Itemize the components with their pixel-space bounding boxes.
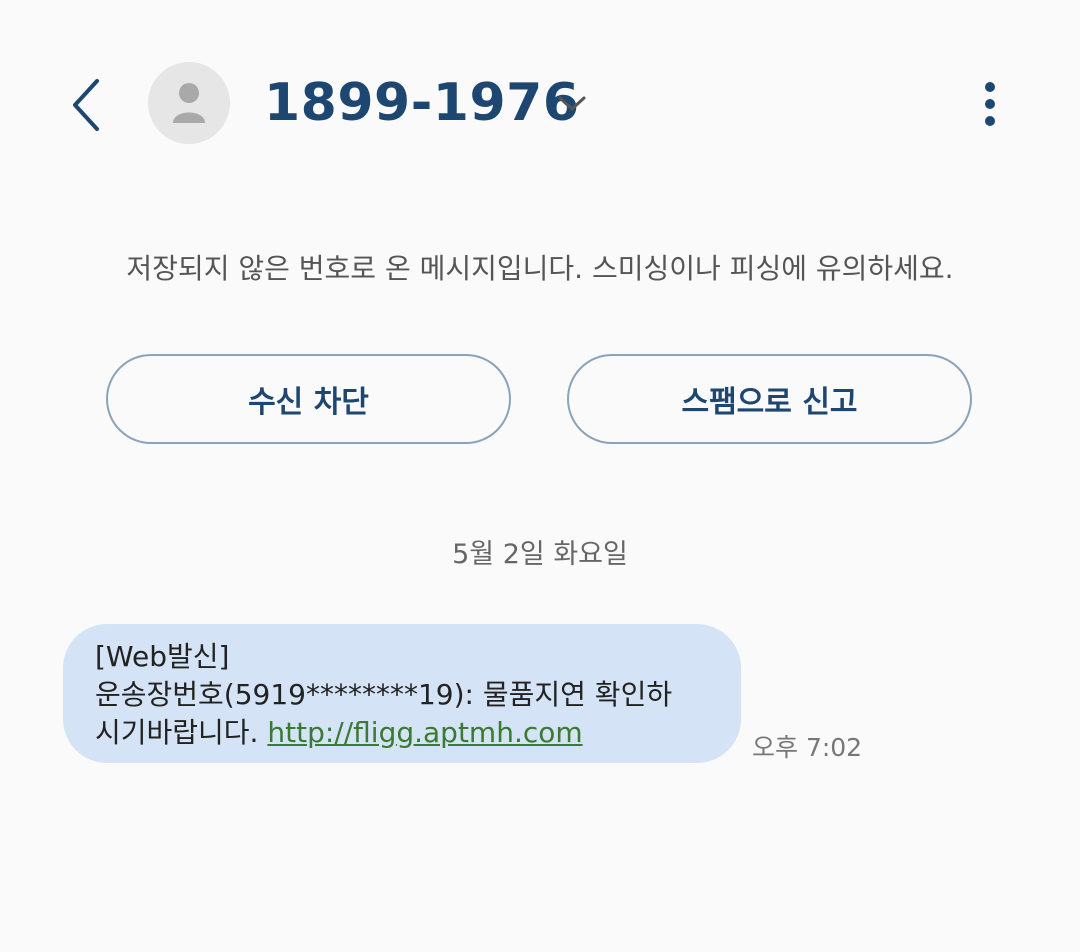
conversation-screen: 1899-1976 저장되지 않은 번호로 온 메시지입니다. 스미싱이나 피싱…	[0, 0, 1080, 952]
contact-title: 1899-1976	[264, 73, 580, 133]
avatar[interactable]	[148, 62, 230, 144]
message-line: 시기바랍니다. http://fligg.aptmh.com	[95, 714, 711, 752]
more-vertical-icon	[985, 82, 995, 126]
report-spam-button[interactable]: 스팸으로 신고	[567, 354, 972, 444]
contact-dropdown-button[interactable]	[550, 84, 594, 124]
more-options-button[interactable]	[968, 76, 1012, 132]
chevron-down-icon	[558, 96, 586, 111]
back-button[interactable]	[56, 70, 116, 140]
message-line: [Web발신]	[95, 640, 230, 673]
date-separator: 5월 2일 화요일	[452, 539, 628, 570]
message-bubble[interactable]: [Web발신] 운송장번호(5919********19): 물품지연 확인하 …	[63, 624, 741, 763]
person-icon	[173, 83, 205, 123]
chevron-left-icon	[73, 79, 99, 131]
block-number-button[interactable]: 수신 차단	[106, 354, 511, 444]
message-link[interactable]: http://fligg.aptmh.com	[267, 716, 582, 749]
message-line: 운송장번호(5919********19): 물품지연 확인하	[95, 678, 673, 711]
message-text: 시기바랍니다.	[95, 716, 268, 749]
unsaved-number-warning: 저장되지 않은 번호로 온 메시지입니다. 스미싱이나 피싱에 유의하세요.	[126, 252, 954, 285]
message-timestamp: 오후 7:02	[752, 733, 863, 762]
